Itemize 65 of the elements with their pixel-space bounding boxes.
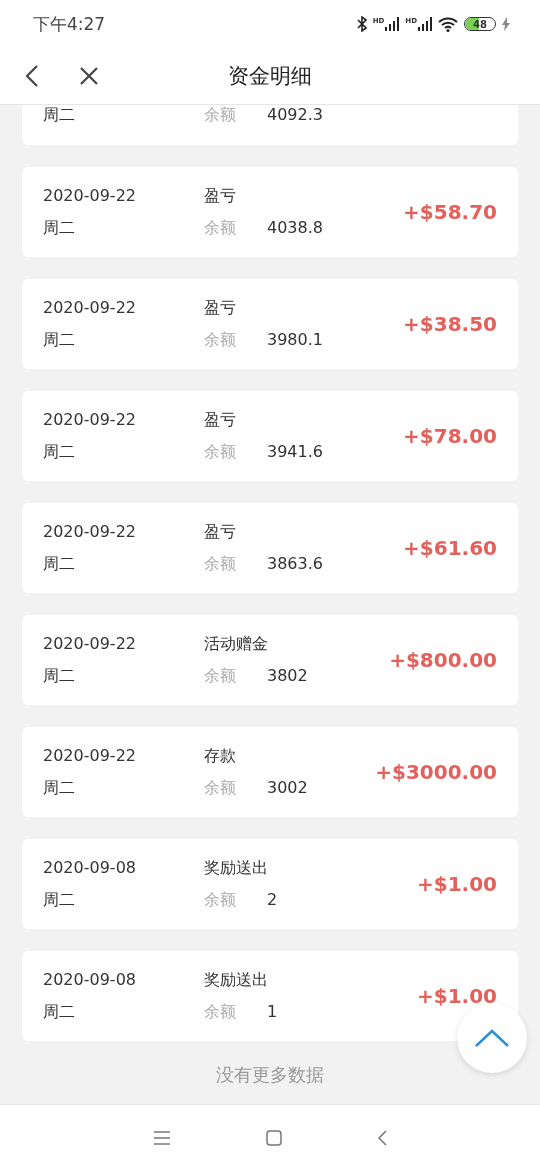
balance-value: 3802 xyxy=(267,666,308,686)
signal-icon xyxy=(418,17,432,31)
amount: +$1.00 xyxy=(416,984,497,1008)
balance-label: 余额 xyxy=(204,105,237,125)
balance-value: 4038.8 xyxy=(267,218,323,238)
back-icon[interactable] xyxy=(377,1129,387,1146)
balance-label: 余额 xyxy=(204,442,237,462)
amount: +$61.60 xyxy=(403,536,497,560)
amount: +$58.70 xyxy=(403,200,497,224)
record-type: 奖励送出 xyxy=(204,858,268,878)
weekday: 周二 xyxy=(43,778,76,798)
amount: +$38.50 xyxy=(403,312,497,336)
weekday: 周二 xyxy=(43,105,76,125)
balance-label: 余额 xyxy=(204,778,237,798)
balance-label: 余额 xyxy=(204,890,237,910)
back-icon[interactable] xyxy=(25,64,39,88)
status-time: 下午4:27 xyxy=(33,12,106,36)
page-title: 资金明细 xyxy=(228,63,312,90)
record-date: 2020-09-22 xyxy=(43,410,137,430)
close-icon[interactable] xyxy=(80,67,98,85)
chevron-up-icon xyxy=(474,1028,510,1048)
bluetooth-icon xyxy=(356,16,367,32)
weekday: 周二 xyxy=(43,666,76,686)
weekday: 周二 xyxy=(43,1002,76,1022)
record-date: 2020-09-08 xyxy=(43,970,137,990)
balance-label: 余额 xyxy=(204,330,237,350)
record-date: 2020-09-22 xyxy=(43,746,137,766)
weekday: 周二 xyxy=(43,554,76,574)
balance-value: 3863.6 xyxy=(267,554,323,574)
no-more-data-text: 没有更多数据 xyxy=(216,1064,324,1085)
wifi-icon xyxy=(438,16,458,32)
record-type: 盈亏 xyxy=(204,298,236,318)
amount: +$78.00 xyxy=(403,424,497,448)
charging-icon xyxy=(502,17,510,31)
balance-value: 3980.1 xyxy=(267,330,323,350)
record-type: 存款 xyxy=(204,746,236,766)
menu-icon[interactable] xyxy=(153,1130,171,1145)
weekday: 周二 xyxy=(43,330,76,350)
record-type: 盈亏 xyxy=(204,186,236,206)
weekday: 周二 xyxy=(43,218,76,238)
balance-label: 余额 xyxy=(204,218,237,238)
record-type: 盈亏 xyxy=(204,410,236,430)
balance-label: 余额 xyxy=(204,1002,237,1022)
signal-icon xyxy=(385,17,400,31)
balance-label: 余额 xyxy=(204,554,237,574)
balance-value: 4092.3 xyxy=(267,105,323,125)
amount: +$1.00 xyxy=(416,872,497,896)
balance-value: 3941.6 xyxy=(267,442,323,462)
record-date: 2020-09-22 xyxy=(43,186,137,206)
record-type: 盈亏 xyxy=(204,522,236,542)
balance-value: 3002 xyxy=(267,778,308,798)
record-date: 2020-09-22 xyxy=(43,634,137,654)
amount: +$3000.00 xyxy=(375,760,497,784)
home-icon[interactable] xyxy=(266,1129,282,1146)
record-date: 2020-09-08 xyxy=(43,858,137,878)
record-type: 奖励送出 xyxy=(204,970,268,990)
balance-label: 余额 xyxy=(204,666,237,686)
record-type: 活动赠金 xyxy=(204,634,268,654)
weekday: 周二 xyxy=(43,890,76,910)
amount: +$800.00 xyxy=(389,648,497,672)
weekday: 周二 xyxy=(43,442,76,462)
balance-value: 1 xyxy=(267,1002,278,1022)
record-date: 2020-09-22 xyxy=(43,298,137,318)
record-date: 2020-09-22 xyxy=(43,522,137,542)
balance-value: 2 xyxy=(267,890,278,910)
